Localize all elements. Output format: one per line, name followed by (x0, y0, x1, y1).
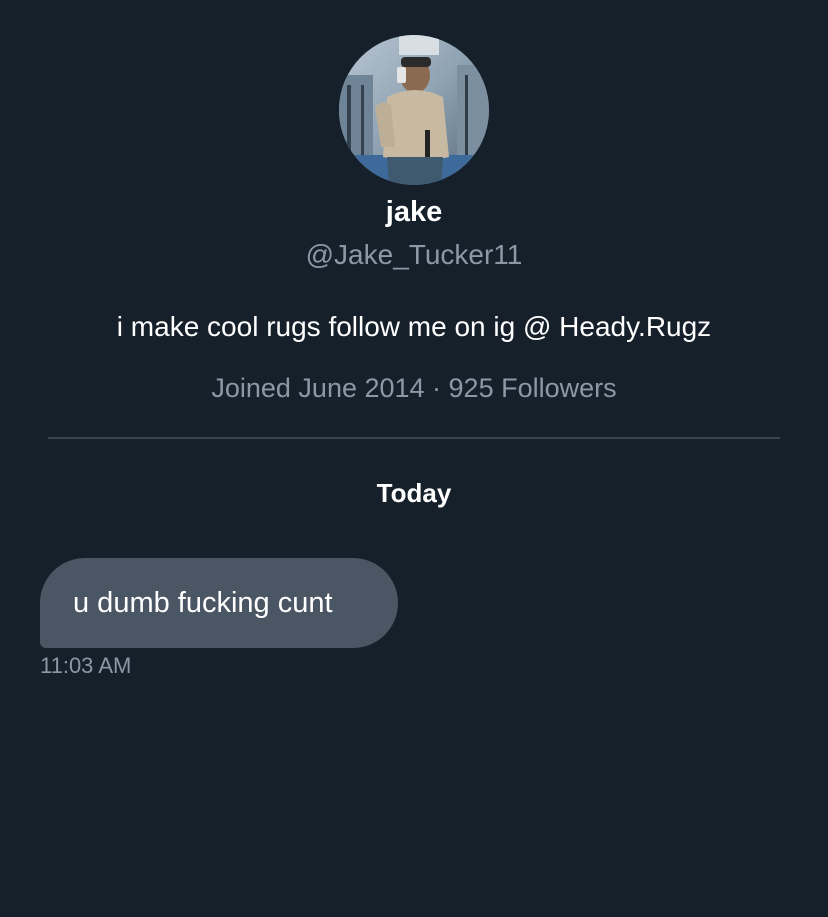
dm-conversation-screen: jake @Jake_Tucker11 i make cool rugs fol… (0, 0, 828, 917)
profile-name[interactable]: jake (0, 193, 828, 231)
avatar[interactable] (339, 35, 489, 185)
avatar-photo-icon (339, 35, 489, 185)
profile-meta: Joined June 2014 · 925 Followers (211, 373, 617, 403)
message-timestamp: 11:03 AM (40, 653, 132, 678)
message-bubble-received[interactable]: u dumb fucking cunt (40, 558, 398, 648)
profile-bio: i make cool rugs follow me on ig @ Heady… (116, 311, 712, 342)
divider (48, 437, 780, 439)
profile-handle[interactable]: @Jake_Tucker11 (0, 237, 828, 273)
message-text: u dumb fucking cunt (73, 587, 333, 619)
date-separator: Today (376, 478, 452, 508)
